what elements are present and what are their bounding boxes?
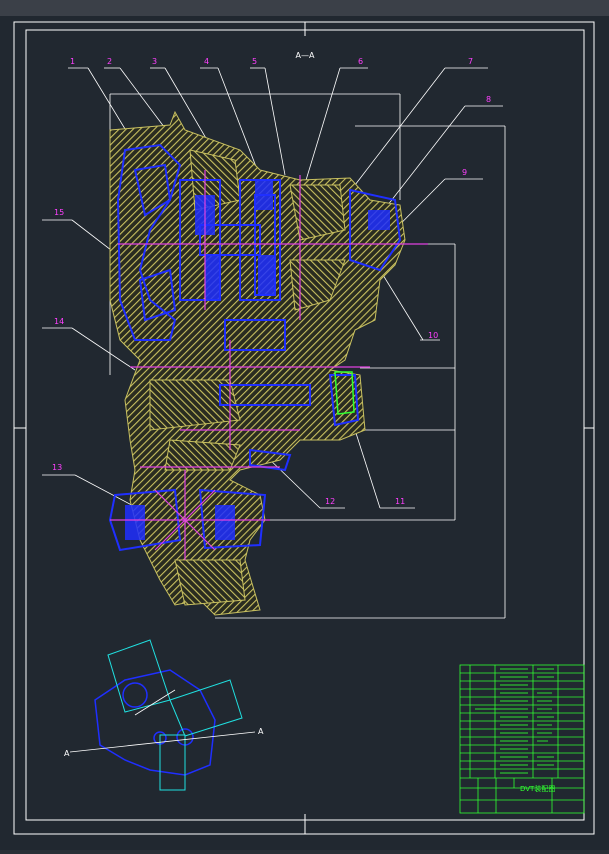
part-label-7: 7 [468, 57, 473, 66]
part-label-12: 12 [325, 497, 335, 506]
part-label-4: 4 [204, 57, 209, 66]
part-label-11: 11 [395, 497, 405, 506]
window-titlebar [0, 0, 609, 17]
part-label-10: 10 [428, 331, 438, 340]
part-label-1: 1 [70, 57, 75, 66]
assembly-drawing: A—A 1 2 3 4 5 6 7 8 9 10 11 12 13 14 15 … [13, 21, 595, 835]
cad-canvas[interactable]: A—A 1 2 3 4 5 6 7 8 9 10 11 12 13 14 15 … [0, 16, 609, 850]
part-label-6: 6 [358, 57, 363, 66]
part-label-5: 5 [252, 57, 257, 66]
part-label-13: 13 [52, 463, 62, 472]
section-mark-left: A [64, 749, 70, 758]
part-label-2: 2 [107, 57, 112, 66]
part-label-9: 9 [462, 168, 467, 177]
part-label-3: 3 [152, 57, 157, 66]
part-label-14: 14 [54, 317, 64, 326]
part-label-15: 15 [54, 208, 64, 217]
drawing-title: DVT装配图 [520, 784, 555, 793]
part-label-8: 8 [486, 95, 491, 104]
section-mark-right: A [258, 727, 264, 736]
view-label: A—A [296, 51, 315, 60]
side-view [69, 639, 256, 791]
